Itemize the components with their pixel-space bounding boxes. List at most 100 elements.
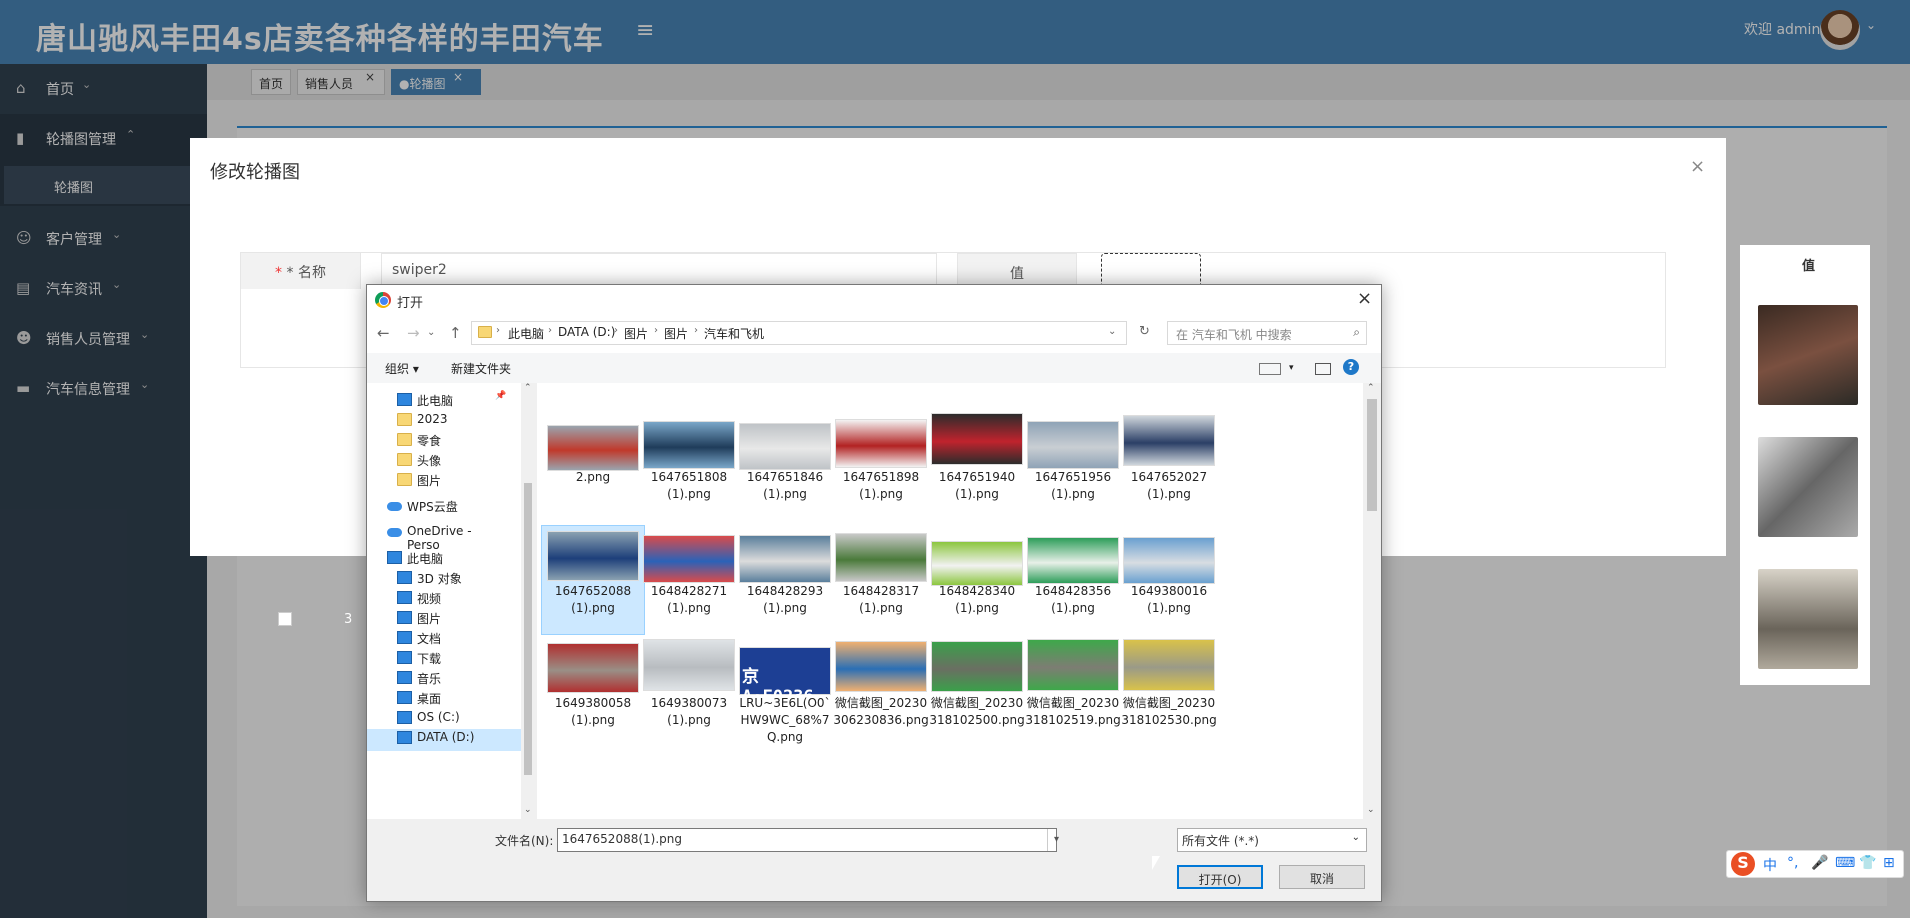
filename-dropdown-icon[interactable]: ▾ [1047,829,1065,851]
file-thumbnail[interactable] [835,533,927,582]
file-name[interactable]: 1647651898(1).png [833,469,929,503]
scroll-down-icon[interactable]: ⌄ [1367,805,1375,815]
file-name[interactable]: 1648428293(1).png [737,583,833,617]
file-name[interactable]: 1649380058(1).png [545,695,641,729]
file-thumbnail[interactable] [547,425,639,471]
file-thumbnail[interactable] [643,535,735,583]
tree-item[interactable]: 头像 [397,451,517,473]
file-name[interactable]: LRU~3E6L(O0`HW9WC_68%7Q.png [737,695,833,746]
help-icon[interactable]: ? [1343,359,1359,375]
file-name[interactable]: 1648428317(1).png [833,583,929,617]
recent-dropdown-icon[interactable]: ⌄ [427,327,435,338]
file-thumbnail[interactable] [1123,415,1215,466]
file-name[interactable]: 1648428271(1).png [641,583,737,617]
path-segment[interactable]: 图片 [664,325,688,342]
file-name[interactable]: 微信截图_20230318102519.png [1025,695,1121,729]
file-name[interactable]: 1647651808(1).png [641,469,737,503]
file-thumbnail[interactable] [1027,421,1119,469]
refresh-icon[interactable]: ↻ [1139,324,1150,339]
file-thumbnail[interactable] [643,421,735,469]
file-thumbnail[interactable]: 京A·F0236 [739,647,831,707]
file-name[interactable]: 微信截图_20230318102500.png [929,695,1025,729]
view-dropdown-icon[interactable]: ▾ [1289,363,1294,373]
tree-item[interactable]: 桌面 [397,689,517,711]
search-input[interactable]: 在 汽车和飞机 中搜索 ⌕ [1167,321,1367,345]
file-thumbnail[interactable] [547,531,639,581]
scroll-down-icon[interactable]: ⌄ [524,805,532,815]
preview-pane-icon[interactable] [1315,363,1331,375]
path-segment[interactable]: 此电脑 [508,325,544,342]
tree-item[interactable]: 图片 [397,609,517,631]
tree-item[interactable]: DATA (D:) [367,729,521,751]
organize-button[interactable]: 组织 ▾ [385,360,419,377]
tree-scrollbar[interactable]: ⌃ ⌄ [521,383,535,819]
file-name[interactable]: 1647651956(1).png [1025,469,1121,503]
tree-item[interactable]: OneDrive - Perso [387,523,507,552]
path-segment[interactable]: 图片 [624,325,648,342]
filetype-select[interactable]: 所有文件 (*.*) ⌄ [1177,828,1367,852]
file-thumbnail[interactable] [835,419,927,468]
file-name[interactable]: 微信截图_20230318102530.png [1121,695,1217,729]
skin-icon[interactable]: 👕 [1859,855,1876,871]
tree-item[interactable]: 音乐 [397,669,517,691]
file-name[interactable]: 1648428356(1).png [1025,583,1121,617]
file-thumbnail[interactable] [1123,537,1215,584]
scroll-up-icon[interactable]: ⌃ [1367,383,1375,393]
tree-item[interactable]: 此电脑 [387,549,507,571]
filename-input[interactable]: 1647652088(1).png [557,828,1057,852]
scroll-thumb[interactable] [524,483,532,775]
new-folder-button[interactable]: 新建文件夹 [451,360,511,377]
file-name[interactable]: 1647652088(1).png [545,583,641,617]
punct-icon[interactable]: °, [1787,855,1798,871]
grid-icon[interactable]: ⊞ [1883,855,1895,871]
open-button[interactable]: 打开(O) [1177,865,1263,889]
path-segment[interactable]: 汽车和飞机 [704,325,764,342]
file-name[interactable]: 微信截图_20230306230836.png [833,695,929,729]
file-thumbnail[interactable] [739,423,831,470]
files-scrollbar[interactable]: ⌃ ⌄ [1363,383,1381,819]
file-name[interactable]: 1647652027(1).png [1121,469,1217,503]
tree-item[interactable]: 下载 [397,649,517,671]
tree-item[interactable]: 2023 [397,411,517,433]
file-name[interactable]: 2.png [545,469,641,486]
close-icon[interactable]: × [1357,288,1372,309]
file-name[interactable]: 1649380016(1).png [1121,583,1217,617]
tree-item[interactable]: 文档 [397,629,517,651]
sogou-icon[interactable]: S [1731,852,1755,876]
file-thumbnail[interactable] [643,639,735,691]
file-thumbnail[interactable] [931,413,1023,465]
forward-icon[interactable]: → [407,324,420,342]
row-checkbox[interactable] [278,612,292,626]
file-thumbnail[interactable] [1027,639,1119,691]
file-name[interactable]: 1647651940(1).png [929,469,1025,503]
file-thumbnail[interactable] [547,643,639,693]
file-thumbnail[interactable] [1123,639,1215,691]
tree-item[interactable]: 图片 [397,471,517,493]
path-dropdown-icon[interactable]: ⌄ [1108,326,1116,337]
mic-icon[interactable]: 🎤 [1811,855,1828,871]
close-icon[interactable]: × [1690,156,1705,177]
file-thumbnail[interactable] [931,541,1023,586]
scroll-thumb[interactable] [1367,399,1377,511]
file-thumbnail[interactable] [1027,537,1119,584]
path-bar[interactable]: › 此电脑 › DATA (D:) › 图片 › 图片 › 汽车和飞机 ⌄ [471,321,1127,345]
scroll-up-icon[interactable]: ⌃ [524,383,532,393]
path-segment[interactable]: DATA (D:) [558,325,615,339]
file-thumbnail[interactable] [931,641,1023,692]
tree-item[interactable]: OS (C:) [397,709,517,731]
tree-item[interactable]: 视频 [397,589,517,611]
keyboard-icon[interactable]: ⌨ [1835,855,1855,871]
file-thumbnail[interactable] [835,641,927,692]
pin-icon[interactable]: 📌 [495,391,506,401]
tree-item[interactable]: 零食 [397,431,517,453]
cancel-button[interactable]: 取消 [1279,865,1365,889]
file-name[interactable]: 1649380073(1).png [641,695,737,729]
view-icon[interactable] [1259,363,1281,375]
back-icon[interactable]: ← [377,324,390,342]
lang-icon[interactable]: 中 [1763,855,1777,875]
file-name[interactable]: 1647651846(1).png [737,469,833,503]
up-icon[interactable]: ↑ [449,324,462,342]
tree-item[interactable]: 3D 对象 [397,569,517,591]
file-name[interactable]: 1648428340(1).png [929,583,1025,617]
file-thumbnail[interactable] [739,535,831,583]
